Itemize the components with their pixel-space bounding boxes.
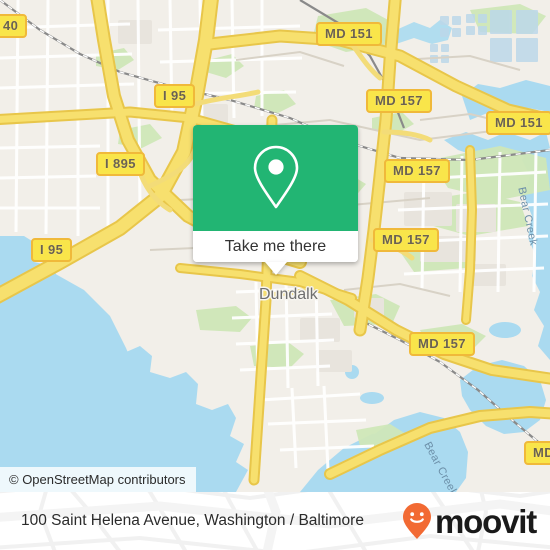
road-shield: MD 151 <box>316 22 382 46</box>
destination-marker-card[interactable]: Take me there <box>193 125 358 275</box>
map-screenshot: 40 I 95 MD 151 MD 157 MD 151 MD 157 I 89… <box>0 0 550 550</box>
marker-card-action-area[interactable]: Take me there <box>193 231 358 275</box>
road-shield: MD 157 <box>384 159 450 183</box>
road-shield: MD 151 <box>486 111 550 135</box>
destination-address: 100 Saint Helena Avenue, Washington / Ba… <box>21 512 364 529</box>
moovit-logo[interactable]: moovit <box>402 502 537 540</box>
take-me-there-button[interactable]: Take me there <box>225 238 326 255</box>
marker-card-icon-area <box>193 125 358 231</box>
place-label-dundalk: Dundalk <box>259 286 318 303</box>
road-shield: MD 157 <box>373 228 439 252</box>
road-shield: MD 157 <box>409 332 475 356</box>
marker-card-pointer <box>264 262 287 275</box>
moovit-wordmark: moovit <box>435 502 537 540</box>
map-canvas[interactable]: 40 I 95 MD 151 MD 157 MD 151 MD 157 I 89… <box>0 0 550 492</box>
map-pin-icon <box>248 143 304 213</box>
road-shield: MD 157 <box>366 89 432 113</box>
road-shield: MD <box>524 441 550 465</box>
footer-bar: 100 Saint Helena Avenue, Washington / Ba… <box>0 492 550 550</box>
road-shield: I 895 <box>96 152 145 176</box>
road-shield: I 95 <box>154 84 196 108</box>
moovit-smiley-pin-icon <box>402 502 432 540</box>
road-shield: 40 <box>0 14 28 38</box>
map-attribution[interactable]: © OpenStreetMap contributors <box>0 467 196 492</box>
road-shield: I 95 <box>31 238 73 262</box>
